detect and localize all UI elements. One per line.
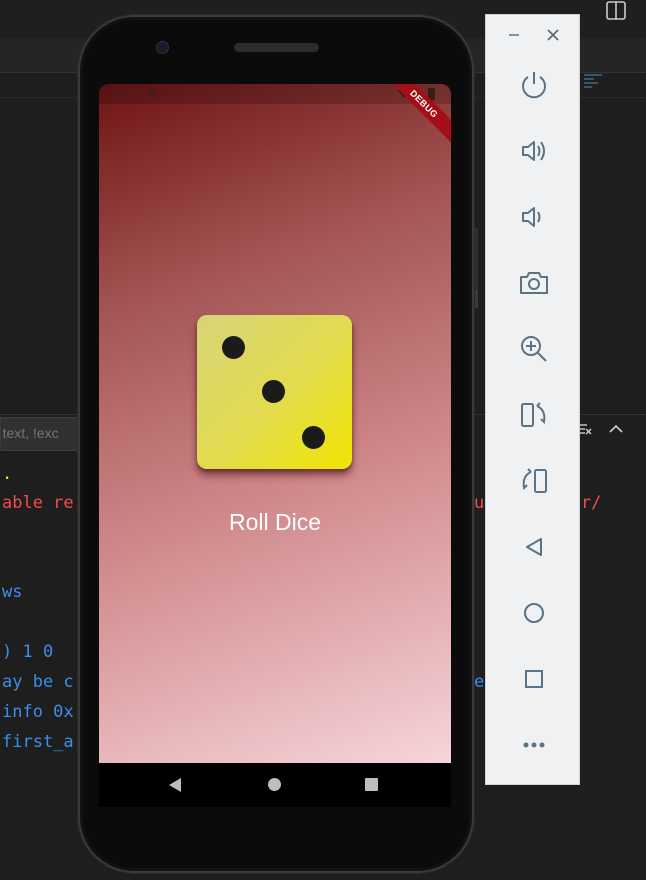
phone-side-button xyxy=(475,228,478,290)
power-icon xyxy=(521,72,546,99)
rotate-left-icon xyxy=(520,402,545,427)
nav-back-icon[interactable] xyxy=(169,778,181,792)
overview-button[interactable] xyxy=(486,657,581,701)
terminal-line: first_a xyxy=(2,732,74,752)
volume-down-icon xyxy=(521,207,540,227)
back-icon xyxy=(525,538,542,556)
minimap[interactable] xyxy=(584,72,614,100)
camera-icon xyxy=(519,272,548,294)
app-screen: 5:26 ⚙ DEBUG Roll Dice xyxy=(99,84,451,763)
status-time: 5:26 xyxy=(111,87,133,99)
terminal-line: ) 1 0 xyxy=(2,642,54,662)
more-button[interactable] xyxy=(486,723,581,767)
terminal-line: ws xyxy=(2,582,23,602)
rotate-right-icon xyxy=(522,468,547,493)
roll-dice-label[interactable]: Roll Dice xyxy=(99,509,451,536)
close-icon[interactable] xyxy=(546,28,560,42)
phone-camera xyxy=(156,41,169,54)
terminal-line: ay be c xyxy=(2,672,74,692)
home-icon xyxy=(523,603,544,623)
nav-recents-icon[interactable] xyxy=(365,778,378,791)
volume-down-button[interactable] xyxy=(486,195,581,239)
dice-button[interactable] xyxy=(197,315,352,469)
chevron-up-icon[interactable] xyxy=(608,422,624,436)
terminal-line: e xyxy=(474,672,485,692)
zoom-in-icon xyxy=(520,336,547,362)
terminal-line: . xyxy=(2,464,13,484)
dice-pip xyxy=(302,426,325,449)
toggle-panel-icon[interactable] xyxy=(604,0,628,22)
filter-box[interactable] xyxy=(0,417,107,451)
emulator-toolbar xyxy=(485,14,580,785)
dice-pip xyxy=(262,380,285,403)
home-button[interactable] xyxy=(486,591,581,635)
terminal-line: info 0x xyxy=(2,702,74,722)
minimize-icon[interactable] xyxy=(507,28,521,42)
phone-speaker xyxy=(234,43,319,52)
power-button[interactable] xyxy=(486,63,581,107)
overview-icon xyxy=(524,670,543,688)
settings-status-icon: ⚙ xyxy=(147,86,158,100)
screenshot-button[interactable] xyxy=(486,261,581,305)
terminal-line: u xyxy=(474,493,485,513)
volume-up-button[interactable] xyxy=(486,129,581,173)
dice-pip xyxy=(222,336,245,359)
volume-up-icon xyxy=(521,141,545,161)
nav-home-icon[interactable] xyxy=(268,778,281,791)
zoom-button[interactable] xyxy=(486,327,581,371)
back-button[interactable] xyxy=(486,525,581,569)
rotate-right-button[interactable] xyxy=(486,459,581,503)
rotate-left-button[interactable] xyxy=(486,393,581,437)
more-icon xyxy=(523,742,544,748)
terminal-line: able re xyxy=(2,493,74,513)
